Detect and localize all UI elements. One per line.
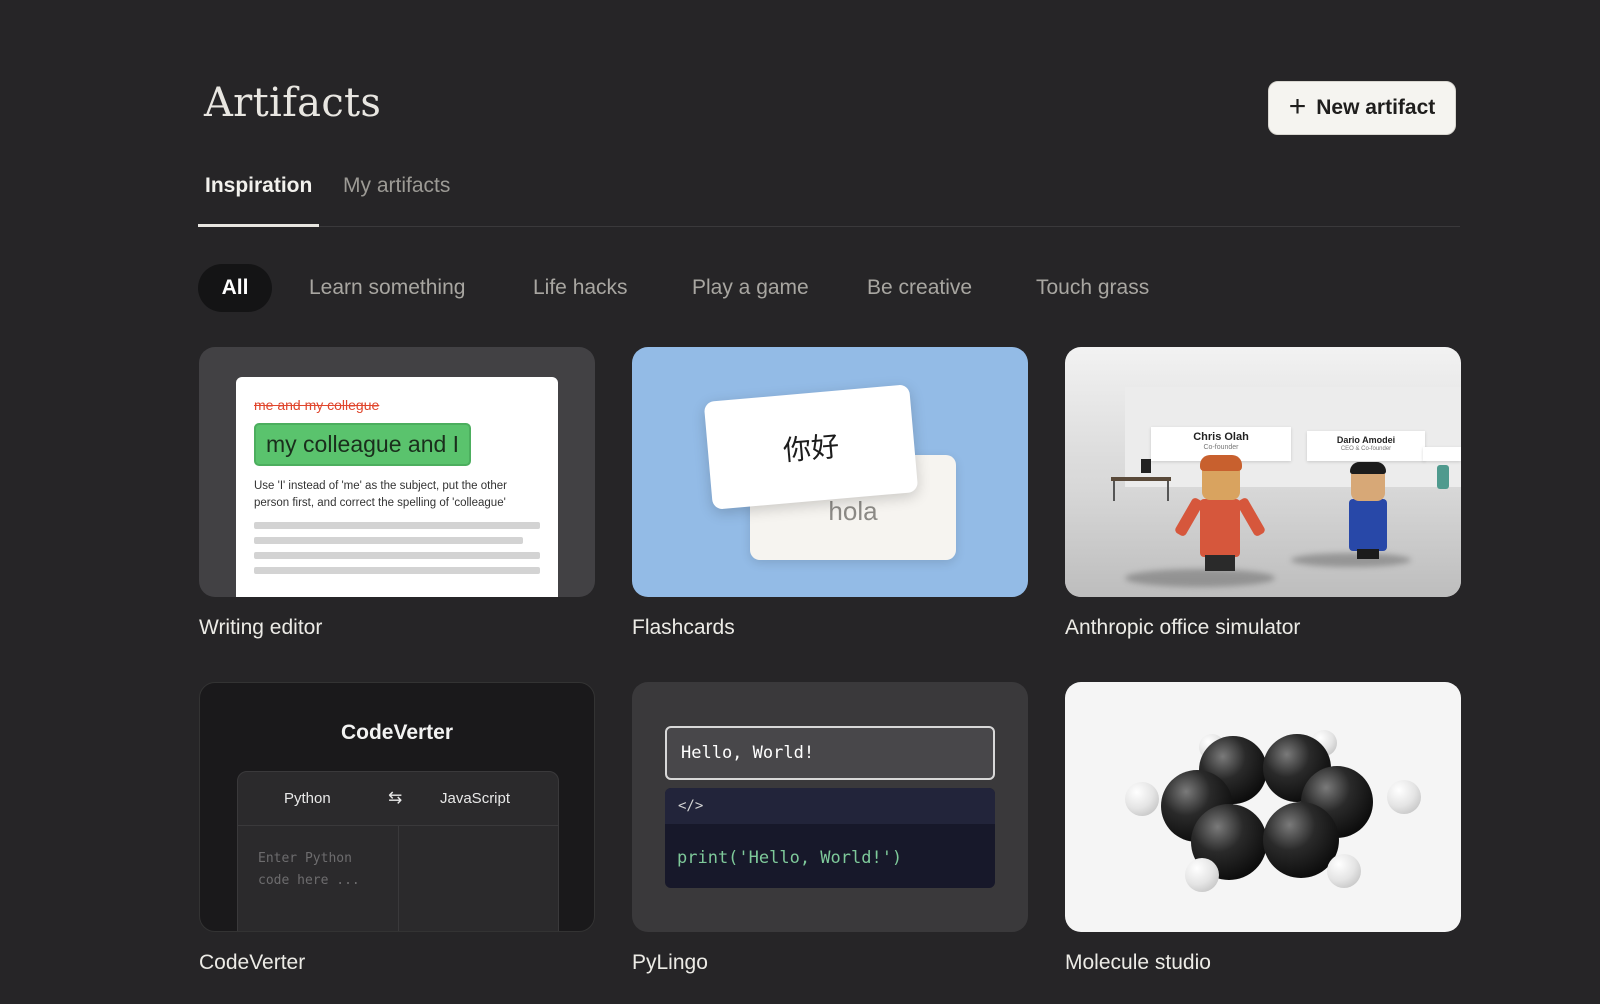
placeholder-line (254, 567, 540, 574)
swap-icon: ⇆ (388, 788, 403, 807)
character-background (1437, 465, 1449, 489)
card-office-simulator-preview[interactable]: Chris Olah Co-founder Dario Amodei CEO &… (1065, 347, 1461, 597)
card-pylingo-preview[interactable]: Hello, World! </> print('Hello, World!') (632, 682, 1028, 932)
placeholder-line (254, 537, 523, 544)
panel-divider (398, 826, 399, 931)
code-output: </> print('Hello, World!') (665, 788, 995, 888)
filter-play-a-game[interactable]: Play a game (692, 264, 809, 312)
card-molecule-studio-preview[interactable] (1065, 682, 1461, 932)
nameplate-name: Chris Olah (1193, 431, 1249, 443)
target-language: JavaScript (440, 790, 511, 807)
highlighted-correction: my colleague and I (254, 423, 472, 466)
hydrogen-atom (1327, 854, 1361, 888)
filter-touch-grass[interactable]: Touch grass (1036, 264, 1149, 312)
tab-my-artifacts[interactable]: My artifacts (343, 174, 450, 198)
desk-figure (1111, 477, 1171, 481)
phrase-input: Hello, World! (665, 726, 995, 780)
character-dario-body (1349, 499, 1387, 551)
converter-panel: Python ⇆ JavaScript Enter Python code he… (237, 771, 559, 931)
card-writing-editor-preview[interactable]: me and my collegue my colleague and I Us… (199, 347, 595, 597)
character-chris-body (1200, 499, 1240, 557)
nameplate-role: CEO & Co-founder (1340, 446, 1392, 452)
page-title: Artifacts (204, 80, 382, 126)
codeverter-title: CodeVerter (340, 721, 454, 744)
placeholder-line (254, 552, 540, 559)
code-icon: </> (665, 788, 995, 824)
correction-hint: Use 'I' instead of 'me' as the subject, … (254, 480, 507, 509)
character-hair (1200, 455, 1242, 471)
card-label-codeverter[interactable]: CodeVerter (199, 951, 305, 975)
plus-icon: + (1288, 89, 1307, 123)
source-language: Python (284, 790, 331, 807)
hydrogen-atom (1185, 858, 1219, 892)
card-label-writing-editor[interactable]: Writing editor (199, 616, 322, 640)
new-artifact-label: New artifact (1316, 96, 1436, 119)
character-shadow (1125, 569, 1275, 587)
character-legs (1357, 549, 1379, 559)
desk-leg (1113, 481, 1115, 501)
tab-bar: Inspiration My artifacts (198, 170, 1460, 227)
monitor-figure (1141, 459, 1151, 473)
nameplate-small (1423, 447, 1461, 461)
character-shadow (1291, 553, 1411, 567)
flashcard-front: 你好 (703, 384, 919, 510)
nameplate-role: Co-founder (1203, 444, 1239, 451)
filter-be-creative[interactable]: Be creative (867, 264, 972, 312)
nameplate-dario: Dario Amodei CEO & Co-founder (1307, 431, 1425, 461)
strikethrough-text: me and my collegue (254, 397, 380, 413)
card-label-office-simulator[interactable]: Anthropic office simulator (1065, 616, 1300, 640)
filter-learn-something[interactable]: Learn something (309, 264, 465, 312)
character-legs (1205, 555, 1235, 571)
filter-all[interactable]: All (198, 264, 272, 312)
code-input-placeholder: Enter Python code here ... (258, 851, 360, 888)
placeholder-line (254, 522, 540, 529)
card-label-pylingo[interactable]: PyLingo (632, 951, 708, 975)
nameplate-name: Dario Amodei (1336, 435, 1396, 445)
language-selector: Python ⇆ JavaScript (238, 772, 558, 826)
tab-inspiration[interactable]: Inspiration (205, 174, 312, 198)
character-hair (1350, 462, 1386, 474)
card-label-flashcards[interactable]: Flashcards (632, 616, 735, 640)
code-snippet: print('Hello, World!') (677, 848, 903, 868)
active-tab-indicator (198, 224, 319, 227)
card-label-molecule-studio[interactable]: Molecule studio (1065, 951, 1211, 975)
document-preview: me and my collegue my colleague and I Us… (236, 377, 558, 597)
desk-leg (1167, 481, 1169, 501)
card-flashcards-preview[interactable]: hola 你好 (632, 347, 1028, 597)
new-artifact-button[interactable]: + New artifact (1268, 81, 1456, 135)
card-codeverter-preview[interactable]: CodeVerter Python ⇆ JavaScript Enter Pyt… (199, 682, 595, 932)
filter-life-hacks[interactable]: Life hacks (533, 264, 628, 312)
hydrogen-atom (1387, 780, 1421, 814)
hydrogen-atom (1125, 782, 1159, 816)
